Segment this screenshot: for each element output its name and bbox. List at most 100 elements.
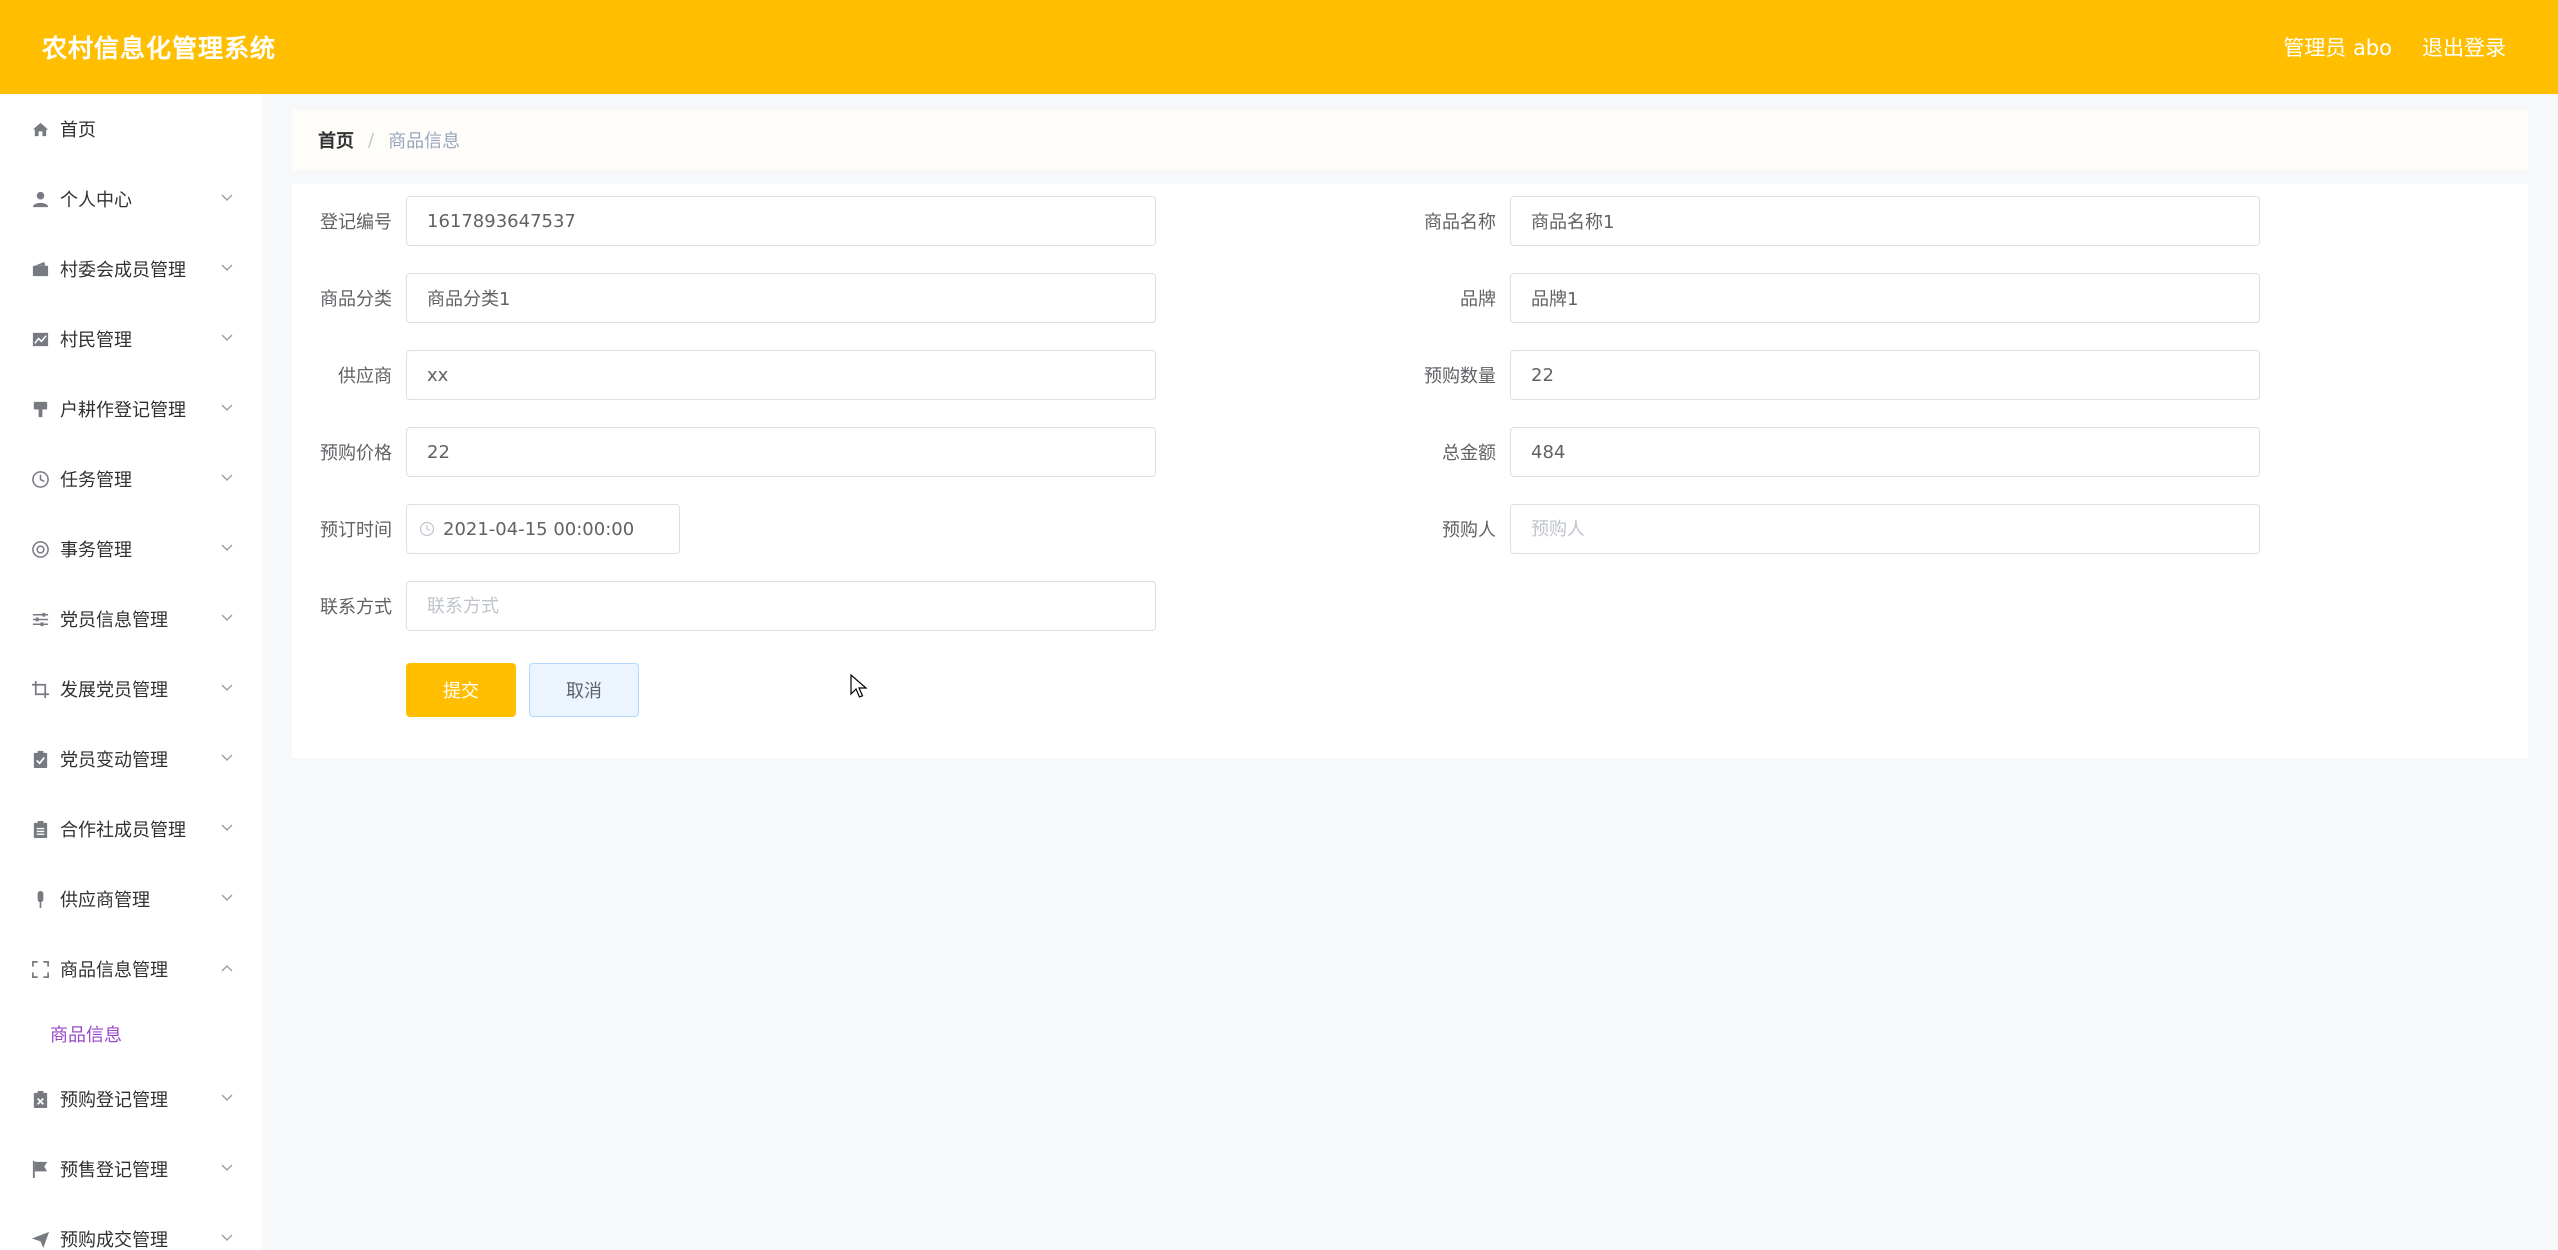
form-row-supplier: 供应商 <box>292 350 1156 400</box>
sidebar-item-label: 党员变动管理 <box>60 750 168 771</box>
sliders-icon <box>30 609 50 629</box>
sidebar-item-label: 个人中心 <box>60 190 132 211</box>
clipboard-check-icon <box>30 749 50 769</box>
buyer-input[interactable] <box>1510 504 2260 554</box>
sidebar-item-label: 发展党员管理 <box>60 680 168 701</box>
chevron-down-icon <box>220 470 234 484</box>
product-name-label: 商品名称 <box>1424 212 1496 233</box>
form-row-product-name: 商品名称 <box>1396 196 2260 246</box>
sidebar-item-label: 党员信息管理 <box>60 610 168 631</box>
form-row-category: 商品分类 <box>292 273 1156 323</box>
form-row-quantity: 预购数量 <box>1396 350 2260 400</box>
sidebar-item-cooperative-members[interactable]: 合作社成员管理 <box>0 794 262 864</box>
contact-input[interactable] <box>406 581 1156 631</box>
total-label: 总金额 <box>1442 443 1496 464</box>
chevron-down-icon <box>220 190 234 204</box>
microphone-icon <box>30 889 50 909</box>
chevron-down-icon <box>220 1160 234 1174</box>
chart-icon <box>30 329 50 349</box>
sidebar-item-tasks[interactable]: 任务管理 <box>0 444 262 514</box>
price-input[interactable] <box>406 427 1156 477</box>
sidebar-item-home[interactable]: 首页 <box>0 94 262 164</box>
order-time-value: 2021-04-15 00:00:00 <box>443 518 635 540</box>
sidebar-item-label: 户耕作登记管理 <box>60 400 186 421</box>
sidebar-subitem-product-info[interactable]: 商品信息 <box>0 1004 262 1064</box>
chevron-down-icon <box>220 1090 234 1104</box>
order-time-label: 预订时间 <box>320 520 392 541</box>
sidebar-item-member-development[interactable]: 发展党员管理 <box>0 654 262 724</box>
sidebar-item-label: 事务管理 <box>60 540 132 561</box>
category-input[interactable] <box>406 273 1156 323</box>
sidebar-item-preorder-deals[interactable]: 预购成交管理 <box>0 1204 262 1250</box>
breadcrumb-separator: / <box>368 129 375 151</box>
supplier-input[interactable] <box>406 350 1156 400</box>
sidebar-item-label: 预售登记管理 <box>60 1160 168 1181</box>
chevron-down-icon <box>220 820 234 834</box>
sidebar-item-label: 首页 <box>60 120 96 141</box>
form-row-brand: 品牌 <box>1396 273 2260 323</box>
sidebar-item-presale-registration[interactable]: 预售登记管理 <box>0 1134 262 1204</box>
reg-no-input[interactable] <box>406 196 1156 246</box>
sidebar-item-label: 预购成交管理 <box>60 1230 168 1250</box>
cancel-button[interactable]: 取消 <box>529 663 639 717</box>
quantity-label: 预购数量 <box>1424 366 1496 387</box>
brand-label: 品牌 <box>1460 289 1496 310</box>
clipboard-icon <box>30 819 50 839</box>
quantity-input[interactable] <box>1510 350 2260 400</box>
reg-no-label: 登记编号 <box>320 212 392 233</box>
chevron-down-icon <box>220 540 234 554</box>
brand-input[interactable] <box>1510 273 2260 323</box>
sidebar-item-label: 合作社成员管理 <box>60 820 186 841</box>
order-time-picker[interactable]: 2021-04-15 00:00:00 <box>406 504 680 554</box>
clipboard-x-icon <box>30 1089 50 1109</box>
sidebar-item-villagers[interactable]: 村民管理 <box>0 304 262 374</box>
sidebar-item-committee-members[interactable]: 村委会成员管理 <box>0 234 262 304</box>
sidebar-subitem-label: 商品信息 <box>50 1025 122 1046</box>
submit-button[interactable]: 提交 <box>406 663 516 717</box>
sidebar-item-label: 供应商管理 <box>60 890 150 911</box>
price-label: 预购价格 <box>320 443 392 464</box>
header-user-area: 管理员 abo 退出登录 <box>2283 32 2506 62</box>
chevron-down-icon <box>220 890 234 904</box>
category-label: 商品分类 <box>320 289 392 310</box>
brush-icon <box>30 399 50 419</box>
product-name-input[interactable] <box>1510 196 2260 246</box>
form-row-buyer: 预购人 <box>1396 504 2260 554</box>
logout-link[interactable]: 退出登录 <box>2422 32 2506 62</box>
fullscreen-icon <box>30 959 50 979</box>
user-icon <box>30 189 50 209</box>
breadcrumb: 首页 / 商品信息 <box>292 110 2528 170</box>
chevron-down-icon <box>220 330 234 344</box>
product-form: 登记编号 商品名称 商品分类 品牌 供应商 预购数量 预购价格 总金额 预订时间 <box>292 184 2528 758</box>
chevron-down-icon <box>220 680 234 694</box>
total-input[interactable] <box>1510 427 2260 477</box>
supplier-label: 供应商 <box>338 366 392 387</box>
sidebar-item-suppliers[interactable]: 供应商管理 <box>0 864 262 934</box>
sidebar-item-product-info-management[interactable]: 商品信息管理 <box>0 934 262 1004</box>
send-icon <box>30 1229 50 1249</box>
form-row-reg-no: 登记编号 <box>292 196 1156 246</box>
chevron-down-icon <box>220 400 234 414</box>
sidebar-item-farming-registration[interactable]: 户耕作登记管理 <box>0 374 262 444</box>
current-user-label: 管理员 abo <box>2283 36 2392 60</box>
sidebar-item-label: 任务管理 <box>60 470 132 491</box>
sidebar-item-party-member-info[interactable]: 党员信息管理 <box>0 584 262 654</box>
top-header: 农村信息化管理系统 管理员 abo 退出登录 <box>0 0 2558 94</box>
sidebar-item-label: 预购登记管理 <box>60 1090 168 1111</box>
chevron-down-icon <box>220 260 234 274</box>
clock-icon <box>419 521 435 537</box>
sidebar-item-personal-center[interactable]: 个人中心 <box>0 164 262 234</box>
home-icon <box>30 119 50 139</box>
flag-icon <box>30 1159 50 1179</box>
sidebar-item-preorder-registration[interactable]: 预购登记管理 <box>0 1064 262 1134</box>
contact-label: 联系方式 <box>320 597 392 618</box>
chevron-down-icon <box>220 1230 234 1244</box>
sidebar-item-affairs[interactable]: 事务管理 <box>0 514 262 584</box>
wallet-icon <box>30 259 50 279</box>
chevron-down-icon <box>220 750 234 764</box>
breadcrumb-home[interactable]: 首页 <box>318 127 354 153</box>
breadcrumb-current: 商品信息 <box>388 131 461 152</box>
form-row-contact: 联系方式 <box>292 581 1156 631</box>
sidebar-item-member-changes[interactable]: 党员变动管理 <box>0 724 262 794</box>
chevron-up-icon <box>220 960 234 974</box>
